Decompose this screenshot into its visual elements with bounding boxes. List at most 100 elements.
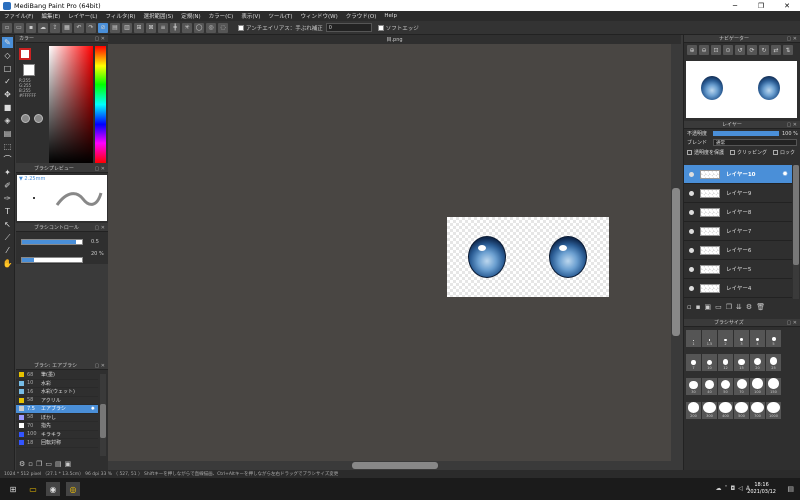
blend-mode-select[interactable]: 通常 [713,139,797,146]
eye-icon[interactable] [689,285,694,291]
layer-opacity-slider[interactable] [713,131,779,136]
new-file-icon[interactable]: ▫ [2,22,12,33]
protect-alpha-checkbox[interactable] [687,149,692,155]
cloud-tray-icon[interactable]: ☁ [716,485,722,492]
eye-icon[interactable] [689,228,694,234]
select-pen-icon[interactable]: ✓ [2,76,13,87]
eye-icon[interactable] [689,171,694,177]
select-eraser-icon[interactable]: ✑ [2,193,13,204]
brush-settings-icon[interactable]: ⚙ [19,460,25,468]
chrome-taskbar-icon[interactable]: ◎ [66,482,80,496]
navigator-preview[interactable] [686,61,797,118]
layer-row[interactable]: レイヤー6 [684,241,792,260]
eye-icon[interactable] [689,266,694,272]
gradient-tool-icon[interactable]: ▤ [2,128,13,139]
new-8bit-layer-icon[interactable]: ▣ [705,303,712,311]
gear-icon[interactable]: ✹ [91,406,95,412]
brush-size-cell[interactable]: 700 [750,402,765,419]
flip-horizontal-icon[interactable]: ⇄ [771,45,781,55]
brush-item[interactable]: 100 キラキラ [16,431,98,439]
brush-item-selected[interactable]: 7.5 エアブラシ ✹ [16,405,98,414]
brush-size-cell[interactable]: 70 [734,378,749,395]
brush-size-cell[interactable]: 20 [750,354,765,371]
share-icon[interactable]: ⇪ [50,22,60,33]
clipping-checkbox[interactable] [730,149,736,155]
eraser-tool-icon[interactable]: ◇ [2,50,13,61]
brush-size-cell[interactable]: 400 [718,402,733,419]
brush-size-cell[interactable]: 200 [686,402,701,419]
brush-size-cell[interactable]: 1 [686,330,701,347]
menu-window[interactable]: ウィンドウ(W) [297,12,342,20]
document-canvas[interactable] [447,217,609,297]
brush-size-cell[interactable]: 300 [702,402,717,419]
brush-size-cell[interactable]: 30 [686,378,701,395]
brush-size-cell[interactable]: 5 [766,330,781,347]
lasso-tool-icon[interactable]: ⌒ [2,154,13,165]
redo-icon[interactable]: ↷ [86,22,96,33]
select-invert-icon[interactable]: ▥ [122,22,132,33]
menu-filter[interactable]: フィルタ(R) [101,12,139,20]
eye-icon[interactable] [689,209,694,215]
merge-down-icon[interactable]: ⇊ [736,303,742,311]
saturation-value-picker[interactable] [49,46,93,163]
brush-size-cell[interactable]: 100 [750,378,765,395]
brush-item[interactable]: 10 水彩 [16,380,98,388]
menu-ruler[interactable]: 定規(N) [177,12,204,20]
move-tool-icon[interactable]: ✥ [2,89,13,100]
dot-tool-icon[interactable]: □ [2,63,13,74]
cloud-icon[interactable]: ☁ [38,22,48,33]
brush-item[interactable]: 58 アクリル [16,397,98,405]
brush-export-icon[interactable]: ▣ [65,460,72,468]
eye-icon[interactable] [689,247,694,253]
volume-icon[interactable]: ◁ [738,485,743,492]
text-tool-icon[interactable]: T [2,206,13,217]
brush-size-cell[interactable]: 500 [734,402,749,419]
save-icon[interactable]: ▪ [26,22,36,33]
menu-cloud[interactable]: クラウド(O) [342,12,381,20]
zoom-out-icon[interactable]: ⊖ [699,45,709,55]
network-icon[interactable]: ◘ [731,485,736,492]
snap-vanish-icon[interactable]: ✳ [182,22,192,33]
stabilizer-select[interactable]: 0 [325,23,372,32]
layer-scrollbar[interactable] [793,165,799,299]
rotate-right-icon[interactable]: ↻ [759,45,769,55]
zoom-actual-icon[interactable]: ⊙ [723,45,733,55]
gear-icon[interactable]: ✹ [782,170,788,178]
rotate-reset-icon[interactable]: ⟳ [747,45,757,55]
grid-icon[interactable]: ▦ [62,22,72,33]
snap-radial-icon[interactable]: ◎ [206,22,216,33]
menu-help[interactable]: Help [380,13,401,19]
layer-row-selected[interactable]: レイヤー10 ✹ [684,165,792,184]
canvas-tab[interactable]: 目.png [108,35,681,44]
brush-size-cell[interactable]: 150 [766,378,781,395]
maximize-button[interactable]: ❐ [748,0,774,11]
rect-fill-icon[interactable]: ■ [2,102,13,113]
brush-item[interactable]: 16 水彩(ウェット) [16,388,98,397]
hue-slider[interactable] [95,46,106,163]
brush-list-scrollbar[interactable] [100,374,106,456]
minimize-button[interactable]: ─ [722,0,748,11]
brush-copy-icon[interactable]: ❐ [36,460,42,468]
brush-size-slider[interactable] [21,239,83,245]
snap-cross-icon[interactable]: ╋ [170,22,180,33]
brush-size-cell[interactable]: 3 [734,330,749,347]
transform-icon[interactable]: ⊞ [134,22,144,33]
add-brush-icon[interactable]: ▫ [28,460,33,468]
select-tool-icon[interactable]: ⬚ [2,141,13,152]
menu-file[interactable]: ファイル(F) [0,12,37,20]
layer-row[interactable]: レイヤー9 [684,184,792,203]
close-button[interactable]: ✕ [774,0,800,11]
new-halftone-layer-icon[interactable]: ▪ [696,303,701,311]
divide-tool-icon[interactable]: ⟋ [2,232,13,243]
color-history-icon[interactable] [34,114,43,123]
bucket-tool-icon[interactable]: ◈ [2,115,13,126]
menu-tool[interactable]: ツール(T) [264,12,296,20]
flip-vertical-icon[interactable]: ⇅ [783,45,793,55]
select-pen2-icon[interactable]: ✐ [2,180,13,191]
eyedropper-icon[interactable]: ⁄ [2,245,13,256]
brush-tool-icon[interactable]: ✎ [2,37,13,48]
brush-size-cell[interactable]: 4 [750,330,765,347]
open-file-icon[interactable]: ▭ [14,22,24,33]
layer-row[interactable]: レイヤー4 [684,279,792,298]
menu-edit[interactable]: 編集(E) [37,12,64,20]
